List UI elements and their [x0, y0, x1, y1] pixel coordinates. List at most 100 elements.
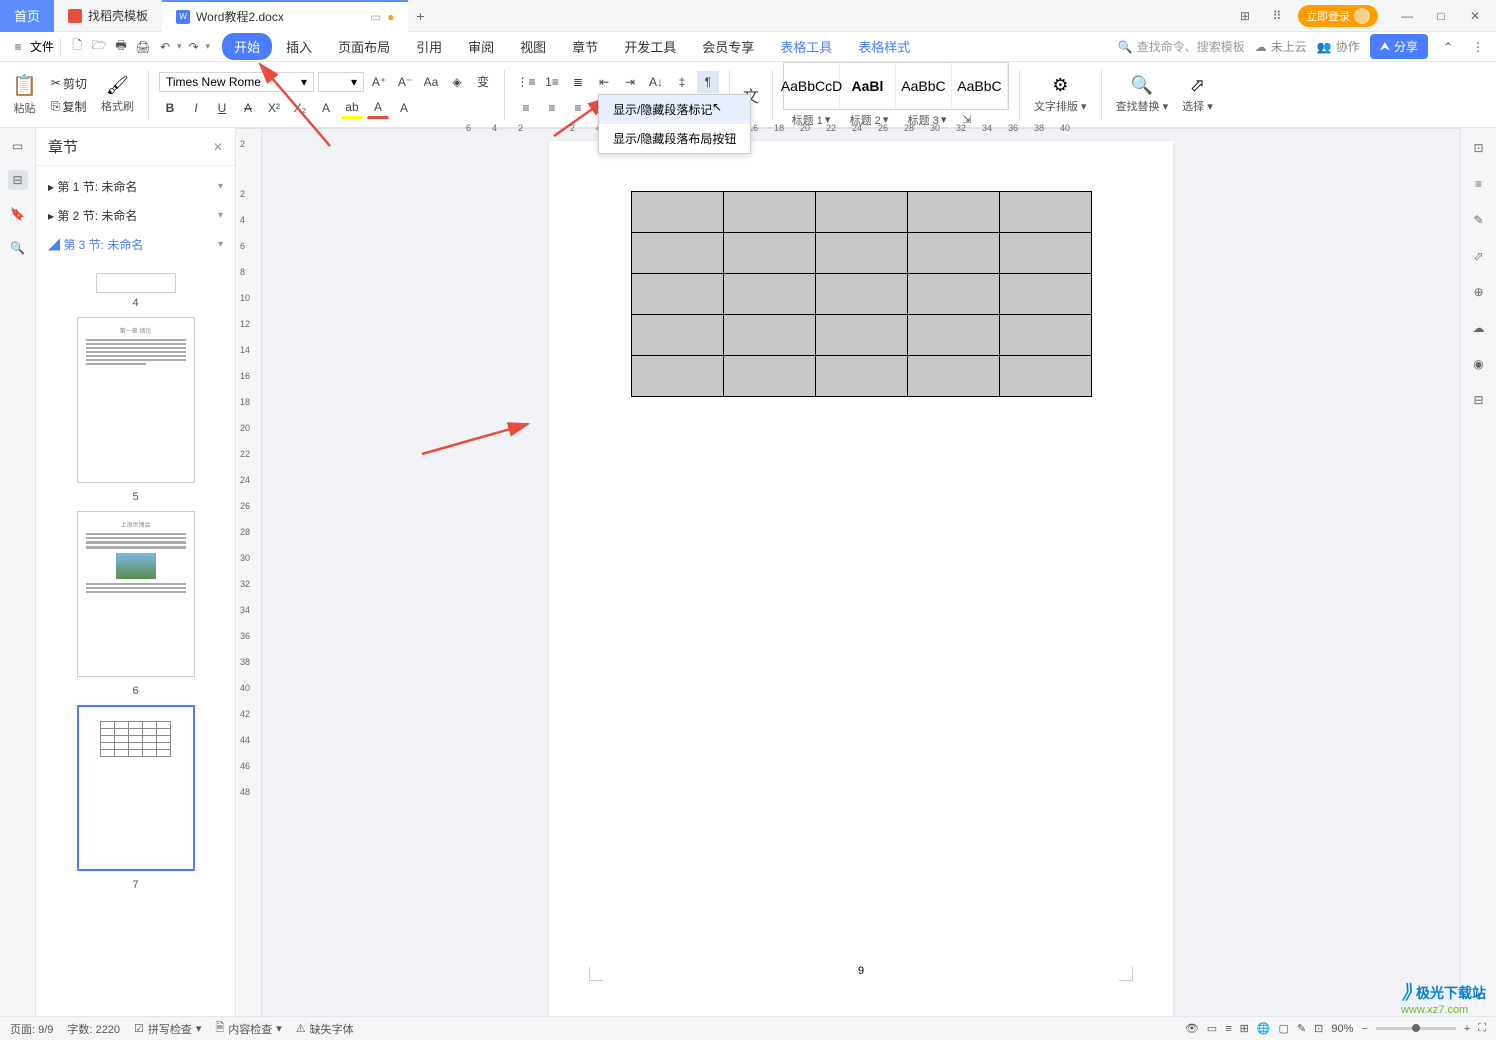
link-icon[interactable]: ⊕: [1469, 282, 1489, 302]
style-heading1[interactable]: AaBl: [840, 63, 896, 109]
phonetic-icon[interactable]: 变: [472, 71, 494, 93]
arrow-icon[interactable]: ⬀: [1469, 246, 1489, 266]
help-icon[interactable]: ◉: [1469, 354, 1489, 374]
page-thumbnail[interactable]: 上海世博会: [77, 511, 195, 677]
tab-reference[interactable]: 引用: [404, 33, 454, 60]
style-heading3[interactable]: AaBbC: [952, 63, 1008, 109]
font-color-button[interactable]: A: [367, 97, 389, 119]
collaborate-button[interactable]: 👥 协作: [1317, 38, 1360, 55]
align-left-button[interactable]: ≡: [515, 97, 537, 119]
undo-icon[interactable]: ↶: [155, 37, 175, 57]
bullets-button[interactable]: ⋮≡: [515, 71, 537, 93]
heading2-label[interactable]: 标题 2 ▾: [841, 112, 897, 128]
text-layout-group[interactable]: ⚙ 文字排版 ▾: [1030, 75, 1091, 114]
increase-font-icon[interactable]: A⁺: [368, 71, 390, 93]
sort-button[interactable]: A↓: [645, 71, 667, 93]
close-button[interactable]: ✕: [1464, 5, 1486, 27]
view-outline-icon[interactable]: ≡: [1225, 1023, 1231, 1035]
more-icon[interactable]: ⋮: [1468, 37, 1488, 57]
cloud-pane-icon[interactable]: ☁: [1469, 318, 1489, 338]
bookmark-icon[interactable]: 🔖: [8, 204, 28, 224]
highlight-button[interactable]: ab: [341, 97, 363, 119]
underline-button[interactable]: U: [211, 97, 233, 119]
maximize-button[interactable]: □: [1430, 5, 1452, 27]
sections-icon[interactable]: ⊟: [8, 170, 28, 190]
properties-icon[interactable]: ≡: [1469, 174, 1489, 194]
tab-menu-icon[interactable]: ▭: [370, 10, 381, 24]
zoom-in-button[interactable]: +: [1464, 1023, 1470, 1035]
tab-table-style[interactable]: 表格样式: [846, 33, 922, 60]
decrease-font-icon[interactable]: A⁻: [394, 71, 416, 93]
content-check-status[interactable]: 🗎内容检查 ▾: [215, 1019, 281, 1038]
line-spacing-button[interactable]: ‡: [671, 71, 693, 93]
missing-fonts-status[interactable]: ⚠缺失字体: [296, 1021, 354, 1037]
template-tab[interactable]: 找稻壳模板: [54, 0, 162, 32]
paste-icon[interactable]: 📋: [12, 73, 37, 98]
brush-icon[interactable]: ✎: [1469, 210, 1489, 230]
section-item[interactable]: ▸ 第 1 节: 未命名▾: [36, 172, 235, 201]
apps-icon[interactable]: ⠿: [1266, 5, 1288, 27]
tab-member[interactable]: 会员专享: [690, 33, 766, 60]
save-icon[interactable]: 🖶: [111, 37, 131, 57]
document-table[interactable]: [631, 191, 1092, 397]
decrease-indent-button[interactable]: ⇤: [593, 71, 615, 93]
page-thumbnail[interactable]: 第一章 绪论: [77, 317, 195, 483]
task-pane-icon[interactable]: ⊡: [1469, 138, 1489, 158]
show-marks-button[interactable]: ¶: [697, 71, 719, 93]
section-item[interactable]: ▸ 第 2 节: 未命名▾: [36, 201, 235, 230]
italic-button[interactable]: I: [185, 97, 207, 119]
search-box[interactable]: 🔍 查找命令、搜索模板: [1118, 38, 1245, 55]
share-button[interactable]: ⮝ 分享: [1370, 34, 1428, 59]
panel-icon[interactable]: ⊟: [1469, 390, 1489, 410]
home-tab[interactable]: 首页: [0, 0, 54, 32]
increase-indent-button[interactable]: ⇥: [619, 71, 641, 93]
zoom-level[interactable]: 90%: [1331, 1023, 1353, 1035]
redo-icon[interactable]: ↷: [184, 37, 204, 57]
change-case-icon[interactable]: Aa: [420, 71, 442, 93]
open-icon[interactable]: 🗁: [89, 37, 109, 57]
tab-dev[interactable]: 开发工具: [612, 33, 688, 60]
layout-icon[interactable]: ⊞: [1234, 5, 1256, 27]
paste-label[interactable]: 粘贴: [13, 100, 35, 116]
style-heading2[interactable]: AaBbC: [896, 63, 952, 109]
pen-mode-icon[interactable]: ✎: [1297, 1022, 1306, 1035]
document-tab[interactable]: W Word教程2.docx ▭ ●: [162, 0, 408, 32]
new-tab-button[interactable]: +: [408, 8, 432, 24]
tab-section[interactable]: 章节: [560, 33, 610, 60]
clear-format-icon[interactable]: ◈: [446, 71, 468, 93]
sidebar-close-button[interactable]: ✕: [213, 140, 223, 154]
file-menu[interactable]: 文件: [30, 38, 54, 55]
view-read-icon[interactable]: 🌐: [1257, 1022, 1271, 1035]
outline-icon[interactable]: ▭: [8, 136, 28, 156]
numbering-button[interactable]: 1≡: [541, 71, 563, 93]
show-hide-layout-btn-item[interactable]: 显示/隐藏段落布局按钮: [599, 124, 750, 153]
tab-review[interactable]: 审阅: [456, 33, 506, 60]
spellcheck-status[interactable]: ☑拼写检查 ▾: [134, 1021, 201, 1037]
document-canvas[interactable]: 9: [262, 129, 1460, 1033]
search-rail-icon[interactable]: 🔍: [8, 238, 28, 258]
style-gallery[interactable]: AaBbCcD AaBl AaBbC AaBbC: [783, 62, 1009, 110]
page-indicator[interactable]: 页面: 9/9: [10, 1021, 53, 1037]
reading-mode-icon[interactable]: 👁: [1185, 1022, 1199, 1035]
section-item-active[interactable]: ◢ 第 3 节: 未命名▾: [36, 230, 235, 259]
word-count[interactable]: 字数: 2220: [67, 1021, 120, 1037]
find-replace-group[interactable]: 🔍 查找替换 ▾: [1112, 75, 1173, 114]
cut-button[interactable]: ✂剪切: [47, 73, 91, 94]
fullscreen-icon[interactable]: ⛶: [1478, 1022, 1486, 1035]
style-normal[interactable]: AaBbCcD: [784, 63, 840, 109]
format-painter-group[interactable]: 🖌 格式刷: [97, 75, 138, 114]
zoom-slider[interactable]: [1376, 1027, 1456, 1030]
cloud-status[interactable]: ☁ 未上云: [1255, 38, 1307, 55]
vertical-ruler[interactable]: 22 46 810 1214 1618 2022 2426 2830 3234 …: [236, 129, 262, 1033]
focus-mode-icon[interactable]: ▢: [1279, 1022, 1289, 1035]
tab-table-tools[interactable]: 表格工具: [768, 33, 844, 60]
zoom-out-button[interactable]: −: [1361, 1023, 1367, 1035]
select-group[interactable]: ⬀ 选择 ▾: [1178, 75, 1217, 114]
collapse-ribbon-icon[interactable]: ⌃: [1438, 37, 1458, 57]
zoom-fit-icon[interactable]: ⊡: [1314, 1022, 1323, 1035]
tab-view[interactable]: 视图: [508, 33, 558, 60]
new-icon[interactable]: 🗋: [67, 37, 87, 57]
view-page-icon[interactable]: ▭: [1207, 1022, 1217, 1035]
multilevel-button[interactable]: ≣: [567, 71, 589, 93]
horizontal-ruler[interactable]: 642 246 81012 141618 202224 262830 32343…: [236, 128, 1460, 129]
